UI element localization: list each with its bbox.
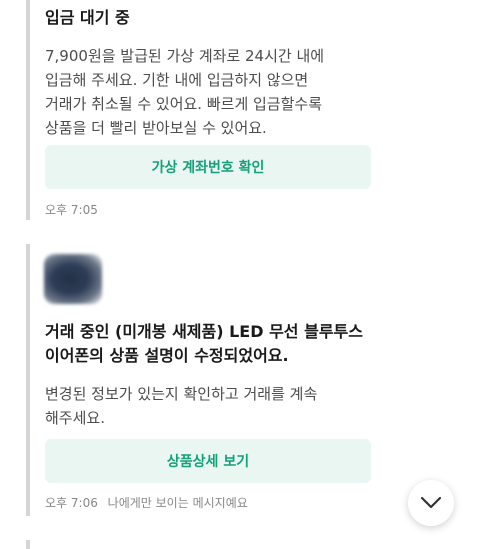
message-title: 입금 대기 중 [45, 8, 130, 27]
message-timestamp: 오후 7:06 [45, 496, 98, 510]
message-next [26, 540, 386, 549]
scroll-down-button[interactable] [408, 480, 454, 526]
private-message-note: 나에게만 보이는 메시지예요 [107, 496, 248, 510]
product-thumbnail[interactable] [44, 254, 102, 304]
message-body: 변경된 정보가 있는지 확인하고 거래를 계속 해주세요. [45, 382, 385, 430]
message-body-line: 입금해 주세요. 기한 내에 입금하지 않으면 [45, 71, 309, 89]
message-title-line: 이어폰의 상품 설명이 수정되었어요. [45, 346, 289, 365]
message-body-line: 상품을 더 빨리 받아보실 수 있어요. [45, 119, 267, 137]
chevron-down-icon [420, 496, 442, 509]
message-content: 입금 대기 중 7,900원을 발급된 가상 계좌로 24시간 내에 입금해 주… [45, 6, 375, 140]
virtual-account-button[interactable]: 가상 계좌번호 확인 [45, 145, 371, 189]
product-detail-button[interactable]: 상품상세 보기 [45, 439, 371, 483]
message-meta: 오후 7:06 나에게만 보이는 메시지예요 [45, 494, 248, 511]
chat-page: 입금 대기 중 7,900원을 발급된 가상 계좌로 24시간 내에 입금해 주… [0, 0, 480, 549]
message-body-line: 7,900원을 발급된 가상 계좌로 24시간 내에 [45, 47, 325, 65]
message-content: 거래 중인 (미개봉 새제품) LED 무선 블루투스 이어폰의 상품 설명이 … [45, 320, 385, 430]
message-timestamp: 오후 7:05 [45, 203, 98, 217]
message-description-updated: 거래 중인 (미개봉 새제품) LED 무선 블루투스 이어폰의 상품 설명이 … [26, 244, 386, 516]
message-body-line: 변경된 정보가 있는지 확인하고 거래를 계속 [45, 385, 318, 403]
message-body-line: 거래가 취소될 수 있어요. 빠르게 입금할수록 [45, 95, 323, 113]
message-deposit-waiting: 입금 대기 중 7,900원을 발급된 가상 계좌로 24시간 내에 입금해 주… [26, 0, 386, 220]
message-body: 7,900원을 발급된 가상 계좌로 24시간 내에 입금해 주세요. 기한 내… [45, 44, 375, 140]
message-body-line: 해주세요. [45, 409, 105, 427]
message-title-line: 거래 중인 (미개봉 새제품) LED 무선 블루투스 [45, 322, 363, 341]
